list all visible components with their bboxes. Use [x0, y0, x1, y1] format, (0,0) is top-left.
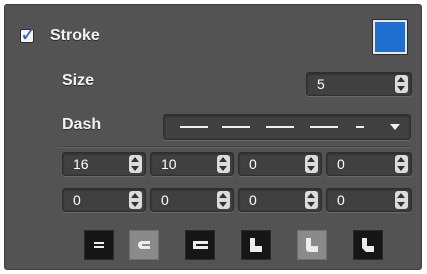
dash-3-value: 0	[73, 192, 81, 208]
gap-4-stepper[interactable]: 0	[326, 188, 412, 212]
decrement-arrow-icon[interactable]	[131, 166, 139, 171]
dash-label: Dash	[62, 116, 102, 133]
round-cap-button[interactable]	[129, 230, 159, 260]
increment-arrow-icon[interactable]	[307, 157, 315, 162]
stroke-row: ✓ Stroke	[20, 22, 100, 50]
butt-cap-icon	[94, 242, 104, 248]
dash-pattern-preview	[180, 126, 380, 128]
round-join-button[interactable]	[297, 230, 327, 260]
increment-arrow-icon[interactable]	[397, 193, 405, 198]
round-cap-icon	[138, 241, 150, 249]
square-cap-button[interactable]	[185, 230, 215, 260]
dash-2-stepper[interactable]: 0	[238, 152, 322, 176]
dash-style-select[interactable]	[163, 114, 411, 140]
bevel-join-button[interactable]	[353, 230, 383, 260]
dash-4-value: 0	[249, 192, 257, 208]
stepper-arrows[interactable]	[129, 155, 142, 173]
size-value: 5	[317, 76, 325, 92]
increment-arrow-icon[interactable]	[397, 157, 405, 162]
dash-2-value: 0	[249, 156, 257, 172]
decrement-arrow-icon[interactable]	[397, 86, 405, 91]
increment-arrow-icon[interactable]	[307, 193, 315, 198]
stepper-arrows[interactable]	[305, 155, 318, 173]
stepper-arrows[interactable]	[217, 191, 230, 209]
stroke-checkbox[interactable]: ✓	[20, 24, 37, 44]
decrement-arrow-icon[interactable]	[397, 202, 405, 207]
increment-arrow-icon[interactable]	[219, 193, 227, 198]
stepper-arrows[interactable]	[395, 191, 408, 209]
stepper-arrows[interactable]	[305, 191, 318, 209]
decrement-arrow-icon[interactable]	[219, 202, 227, 207]
decrement-arrow-icon[interactable]	[307, 166, 315, 171]
increment-arrow-icon[interactable]	[131, 193, 139, 198]
gap-3-value: 0	[161, 192, 169, 208]
size-stepper[interactable]: 5	[306, 72, 412, 96]
miter-join-button[interactable]	[241, 230, 271, 260]
increment-arrow-icon[interactable]	[397, 77, 405, 82]
size-stepper-arrows[interactable]	[395, 75, 408, 93]
gap-2-value: 0	[337, 156, 345, 172]
round-join-icon	[306, 238, 318, 252]
stroke-color-swatch[interactable]	[373, 20, 407, 54]
gap-4-value: 0	[337, 192, 345, 208]
stroke-label: Stroke	[50, 27, 100, 44]
stepper-arrows[interactable]	[129, 191, 142, 209]
bevel-join-icon	[362, 238, 374, 252]
gap-3-stepper[interactable]: 0	[150, 188, 234, 212]
checkmark-icon: ✓	[20, 22, 37, 46]
decrement-arrow-icon[interactable]	[131, 202, 139, 207]
dash-1-value: 16	[73, 156, 89, 172]
gap-2-stepper[interactable]: 0	[326, 152, 412, 176]
gap-1-stepper[interactable]: 10	[150, 152, 234, 176]
miter-join-icon	[250, 238, 262, 252]
dash-3-stepper[interactable]: 0	[62, 188, 146, 212]
size-label: Size	[62, 72, 95, 89]
dash-1-stepper[interactable]: 16	[62, 152, 146, 176]
gap-1-value: 10	[161, 156, 177, 172]
decrement-arrow-icon[interactable]	[307, 202, 315, 207]
butt-cap-button[interactable]	[84, 230, 114, 260]
stepper-arrows[interactable]	[395, 155, 408, 173]
decrement-arrow-icon[interactable]	[219, 166, 227, 171]
stepper-arrows[interactable]	[217, 155, 230, 173]
increment-arrow-icon[interactable]	[219, 157, 227, 162]
dash-4-stepper[interactable]: 0	[238, 188, 322, 212]
decrement-arrow-icon[interactable]	[397, 166, 405, 171]
increment-arrow-icon[interactable]	[131, 157, 139, 162]
divider	[58, 146, 412, 148]
square-cap-icon	[193, 241, 208, 249]
chevron-down-icon[interactable]	[390, 124, 400, 130]
